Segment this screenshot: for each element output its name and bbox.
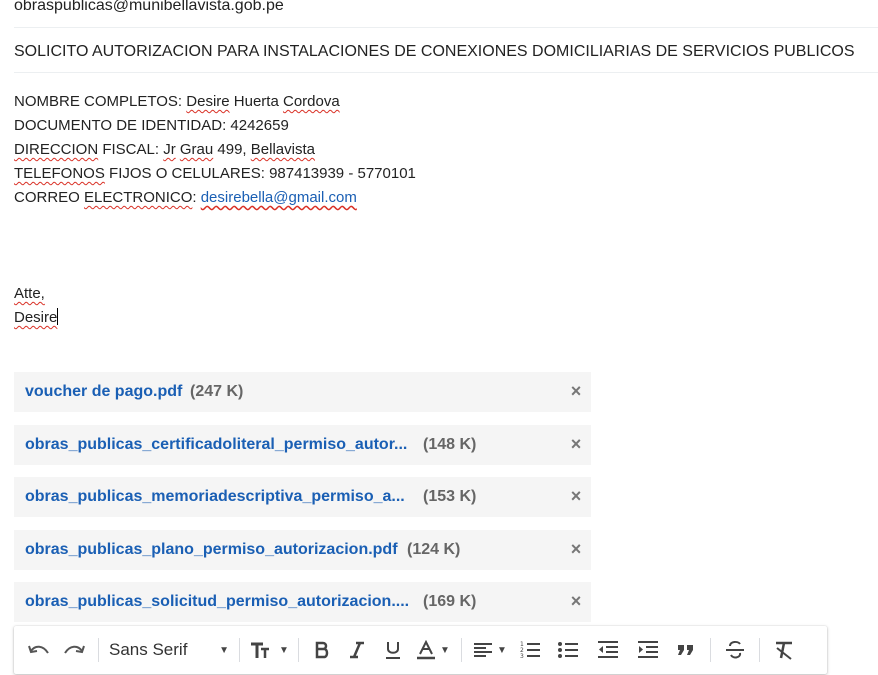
underline-icon[interactable] bbox=[375, 634, 411, 666]
font-size-icon[interactable]: ▼ bbox=[246, 634, 292, 666]
chevron-down-icon: ▼ bbox=[279, 644, 289, 656]
bold-icon[interactable] bbox=[305, 634, 339, 666]
remove-formatting-icon[interactable] bbox=[766, 634, 802, 666]
quote-icon[interactable] bbox=[668, 634, 704, 666]
attachment-chip[interactable]: voucher de pago.pdf (247 K) × bbox=[14, 372, 591, 412]
bulleted-list-icon[interactable] bbox=[548, 634, 588, 666]
indent-less-icon[interactable] bbox=[588, 634, 628, 666]
strikethrough-icon[interactable] bbox=[717, 634, 753, 666]
italic-icon[interactable] bbox=[339, 634, 375, 666]
attachments-list: voucher de pago.pdf (247 K) × obras_publ… bbox=[14, 372, 591, 635]
attachment-name[interactable]: obras_publicas_certificadoliteral_permis… bbox=[25, 436, 407, 454]
message-body[interactable]: NOMBRE COMPLETOS: Desire Huerta Cordova … bbox=[14, 90, 864, 330]
body-line-phones: TELEFONOS FIJOS O CELULARES: 987413939 -… bbox=[14, 165, 416, 182]
recipient-address[interactable]: obraspublicas@munibellavista.gob.pe bbox=[14, 0, 284, 14]
font-family-label: Sans Serif bbox=[109, 640, 188, 659]
chevron-down-icon: ▼ bbox=[497, 644, 507, 656]
align-icon[interactable]: ▼ bbox=[468, 634, 512, 666]
attachment-chip[interactable]: obras_publicas_solicitud_permiso_autoriz… bbox=[14, 582, 591, 622]
chevron-down-icon: ▼ bbox=[440, 644, 450, 656]
numbered-list-icon[interactable]: 123 bbox=[512, 634, 548, 666]
subject-field[interactable]: SOLICITO AUTORIZACION PARA INSTALACIONES… bbox=[14, 29, 878, 73]
attachment-size: (124 K) bbox=[407, 540, 461, 558]
formatting-toolbar: Sans Serif ▼ ▼ ▼ ▼ 123 bbox=[14, 626, 827, 674]
font-family-select[interactable]: Sans Serif ▼ bbox=[105, 634, 233, 666]
attachment-chip[interactable]: obras_publicas_certificadoliteral_permis… bbox=[14, 424, 591, 465]
remove-attachment-icon[interactable]: × bbox=[569, 591, 583, 611]
closing-text: Atte, bbox=[14, 285, 45, 302]
attachment-name[interactable]: voucher de pago.pdf bbox=[25, 383, 182, 401]
body-line-address: DIRECCION FISCAL: Jr Grau 499, Bellavist… bbox=[14, 141, 315, 158]
svg-text:3: 3 bbox=[520, 653, 524, 660]
remove-attachment-icon[interactable]: × bbox=[569, 381, 583, 401]
chevron-down-icon: ▼ bbox=[219, 644, 229, 656]
subject-text[interactable]: SOLICITO AUTORIZACION PARA INSTALACIONES… bbox=[14, 43, 855, 61]
remove-attachment-icon[interactable]: × bbox=[569, 434, 583, 454]
body-line-document: DOCUMENTO DE IDENTIDAD: 4242659 bbox=[14, 117, 289, 134]
redo-icon[interactable] bbox=[56, 634, 92, 666]
attachment-size: (247 K) bbox=[190, 383, 244, 400]
attachment-chip[interactable]: obras_publicas_plano_permiso_autorizacio… bbox=[14, 529, 591, 570]
attachment-size: (169 K) bbox=[423, 593, 477, 610]
text-cursor bbox=[57, 308, 59, 325]
attachment-name[interactable]: obras_publicas_plano_permiso_autorizacio… bbox=[25, 541, 398, 559]
attachment-size: (148 K) bbox=[423, 435, 477, 453]
remove-attachment-icon[interactable]: × bbox=[569, 539, 583, 559]
attachment-chip[interactable]: obras_publicas_memoriadescriptiva_permis… bbox=[14, 477, 591, 517]
attachment-size: (153 K) bbox=[423, 488, 477, 505]
email-link[interactable]: desirebella@gmail.com bbox=[201, 189, 357, 206]
indent-more-icon[interactable] bbox=[628, 634, 668, 666]
attachment-name[interactable]: obras_publicas_memoriadescriptiva_permis… bbox=[25, 488, 405, 506]
remove-attachment-icon[interactable]: × bbox=[569, 486, 583, 506]
body-line-email: CORREO ELECTRONICO: desirebella@gmail.co… bbox=[14, 189, 357, 206]
body-line-name: NOMBRE COMPLETOS: Desire Huerta Cordova bbox=[14, 93, 340, 110]
signature-text: Desire bbox=[14, 308, 59, 326]
recipient-field[interactable]: obraspublicas@munibellavista.gob.pe bbox=[14, 0, 878, 28]
undo-icon[interactable] bbox=[22, 634, 56, 666]
text-color-icon[interactable]: ▼ bbox=[411, 634, 455, 666]
attachment-name[interactable]: obras_publicas_solicitud_permiso_autoriz… bbox=[25, 593, 409, 611]
